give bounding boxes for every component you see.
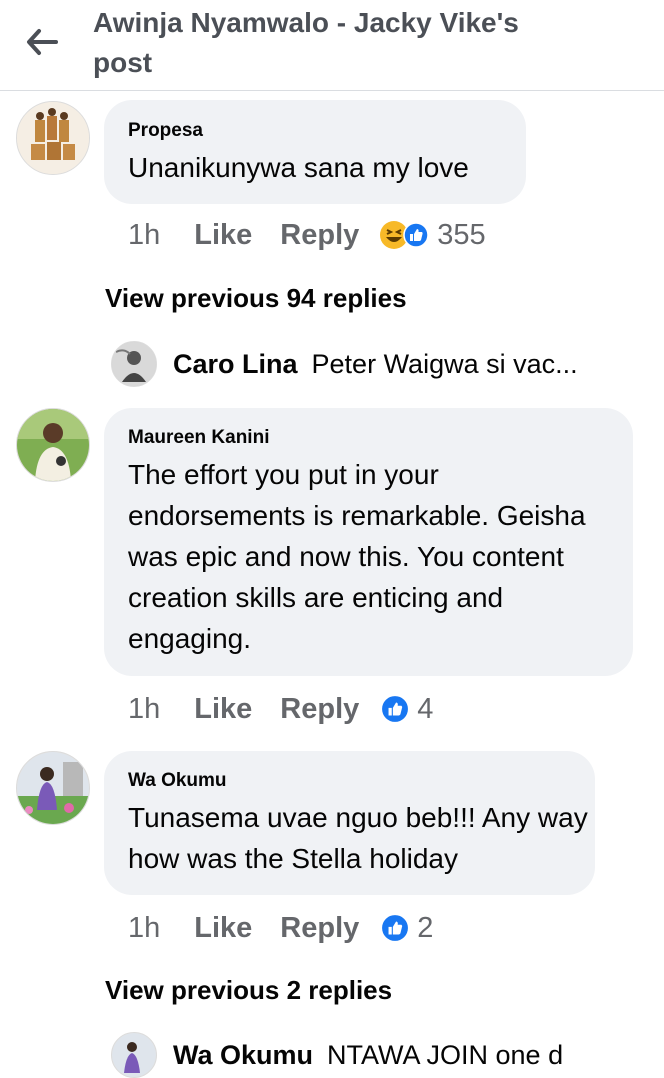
comment-author[interactable]: Maureen Kanini (128, 427, 269, 449)
comment-text: Unanikunywa sana my love (128, 152, 469, 183)
avatar[interactable] (111, 1032, 157, 1078)
comment-time: 1h (128, 911, 161, 944)
reply-text: Peter Waigwa si vac... (311, 348, 578, 379)
comment-text: The effort you put in your endorsements … (128, 459, 586, 654)
reply-preview[interactable]: Caro Lina Peter Waigwa si vac... (111, 341, 578, 387)
avatar[interactable] (16, 101, 90, 175)
arrow-left-icon (27, 29, 58, 55)
comment-bubble[interactable]: Maureen Kanini The effort you put in you… (104, 408, 633, 676)
comment-bubble[interactable]: Propesa Unanikunywa sana my love (104, 100, 526, 204)
avatar[interactable] (16, 751, 90, 825)
like-icon (382, 696, 409, 722)
like-button[interactable]: Like (194, 693, 252, 726)
page-title: Awinja Nyamwalo - Jacky Vike's post (93, 7, 519, 78)
comment-author[interactable]: Propesa (128, 120, 203, 142)
top-bar: Awinja Nyamwalo - Jacky Vike's post (0, 0, 664, 91)
comment-time: 1h (128, 218, 161, 251)
comment-author[interactable]: Wa Okumu (128, 770, 227, 792)
like-button[interactable]: Like (194, 219, 252, 252)
avatar[interactable] (111, 341, 157, 387)
reply-button[interactable]: Reply (280, 693, 359, 726)
reactions[interactable] (379, 220, 430, 250)
comment-time: 1h (128, 692, 161, 725)
reply-button[interactable]: Reply (280, 219, 359, 252)
comment-bubble[interactable]: Wa Okumu Tunasema uvae nguo beb!!! Any w… (104, 751, 595, 895)
reaction-count[interactable]: 2 (417, 912, 433, 945)
view-previous-replies[interactable]: View previous 94 replies (105, 283, 407, 314)
like-icon (382, 915, 409, 941)
view-previous-replies[interactable]: View previous 2 replies (105, 975, 392, 1006)
reply-preview[interactable]: Wa Okumu NTAWA JOIN one d (111, 1032, 563, 1078)
reply-author[interactable]: Wa Okumu (173, 1040, 313, 1071)
reaction-count[interactable]: 4 (417, 693, 433, 726)
like-icon (403, 222, 430, 248)
reactions[interactable] (381, 695, 409, 723)
back-button[interactable] (22, 22, 62, 62)
comment-actions: 1h Like Reply 355 (128, 215, 486, 255)
comment-actions: 1h Like Reply 4 (128, 689, 433, 729)
avatar[interactable] (16, 408, 90, 482)
reactions[interactable] (381, 914, 409, 942)
reaction-count[interactable]: 355 (437, 219, 485, 252)
reply-text: NTAWA JOIN one d (327, 1039, 564, 1070)
comment-text: Tunasema uvae nguo beb!!! Any way how wa… (128, 802, 588, 874)
reply-author[interactable]: Caro Lina (173, 349, 298, 380)
like-button[interactable]: Like (194, 912, 252, 945)
comment-actions: 1h Like Reply 2 (128, 908, 433, 948)
reply-button[interactable]: Reply (280, 912, 359, 945)
